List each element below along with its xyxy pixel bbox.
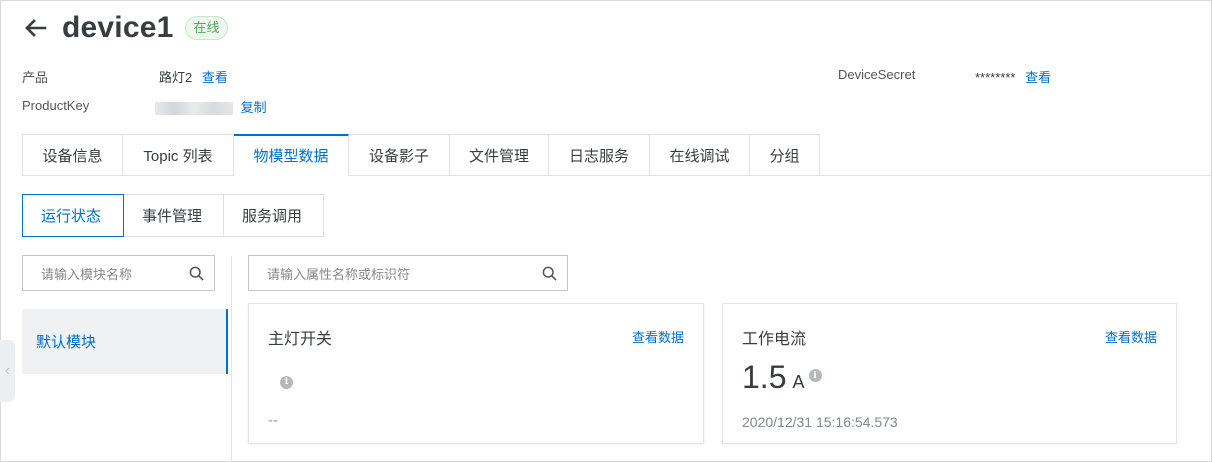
tab-device-info[interactable]: 设备信息 xyxy=(22,134,123,176)
info-icon[interactable]: i xyxy=(280,375,293,389)
tab-thing-model-data[interactable]: 物模型数据 xyxy=(234,134,349,176)
panel-divider xyxy=(231,256,232,462)
devicesecret-label: DeviceSecret xyxy=(838,67,916,82)
page-header: device1 在线 xyxy=(22,8,228,48)
devicesecret-view-link[interactable]: 查看 xyxy=(1025,70,1051,85)
search-icon[interactable] xyxy=(541,265,557,281)
tab-device-shadow[interactable]: 设备影子 xyxy=(349,134,450,176)
productkey-copy-link[interactable]: 复制 xyxy=(241,100,267,115)
property-search-input[interactable]: 请输入属性名称或标识符 xyxy=(248,255,568,291)
devicesecret-value: ******** xyxy=(975,70,1016,85)
tab-log-service[interactable]: 日志服务 xyxy=(549,134,650,176)
module-search-placeholder: 请输入模块名称 xyxy=(41,266,133,282)
info-icon-wrap: i xyxy=(280,371,293,389)
property-search-placeholder: 请输入属性名称或标识符 xyxy=(267,266,411,282)
property-card: 工作电流 查看数据 1.5 A i 2020/12/31 15:16:54.57… xyxy=(722,303,1177,444)
module-item-default[interactable]: 默认模块 xyxy=(22,309,228,374)
property-card-time: -- xyxy=(268,412,278,429)
tab-online-debug[interactable]: 在线调试 xyxy=(650,134,750,176)
product-value: 路灯2 xyxy=(159,70,193,85)
product-label: 产品 xyxy=(22,70,49,85)
chevron-left-icon: ‹ xyxy=(4,362,11,379)
property-card-title: 工作电流 xyxy=(742,331,807,348)
subtab-event-management[interactable]: 事件管理 xyxy=(124,194,224,237)
page-title: device1 xyxy=(62,11,174,44)
module-item-label: 默认模块 xyxy=(36,334,97,351)
productkey-value-row: 复制 xyxy=(155,97,267,116)
status-badge: 在线 xyxy=(185,16,228,40)
productkey-label: ProductKey xyxy=(22,98,90,113)
subtab-runtime-status[interactable]: 运行状态 xyxy=(22,194,124,237)
module-search-input[interactable]: 请输入模块名称 xyxy=(22,255,215,291)
back-arrow-icon xyxy=(25,19,47,37)
view-data-link[interactable]: 查看数据 xyxy=(632,327,684,346)
property-card: 主灯开关 查看数据 i -- xyxy=(248,303,704,444)
devicesecret-value-row: ******** 查看 xyxy=(975,67,1051,86)
property-value-number: 1.5 xyxy=(742,359,787,395)
property-card-value: 1.5 A i xyxy=(742,359,822,396)
info-icon[interactable]: i xyxy=(808,369,822,382)
back-button[interactable] xyxy=(22,15,48,41)
tab-group[interactable]: 分组 xyxy=(750,134,820,176)
property-value-unit: A xyxy=(792,372,805,392)
product-view-link[interactable]: 查看 xyxy=(202,70,228,85)
tab-file-management[interactable]: 文件管理 xyxy=(450,134,549,176)
property-card-title: 主灯开关 xyxy=(268,331,333,348)
product-value-row: 路灯2 查看 xyxy=(159,67,228,86)
subtab-service-call[interactable]: 服务调用 xyxy=(224,194,324,237)
main-tabs: 设备信息 Topic 列表 物模型数据 设备影子 文件管理 日志服务 在线调试 … xyxy=(22,134,820,176)
tab-topic-list[interactable]: Topic 列表 xyxy=(123,134,234,176)
sidebar-collapse-handle[interactable]: ‹ xyxy=(0,340,15,402)
productkey-masked-value xyxy=(155,102,233,116)
view-data-link[interactable]: 查看数据 xyxy=(1105,327,1157,346)
sub-tabs: 运行状态 事件管理 服务调用 xyxy=(22,194,324,237)
property-card-time: 2020/12/31 15:16:54.573 xyxy=(742,414,898,430)
search-icon[interactable] xyxy=(188,265,204,281)
